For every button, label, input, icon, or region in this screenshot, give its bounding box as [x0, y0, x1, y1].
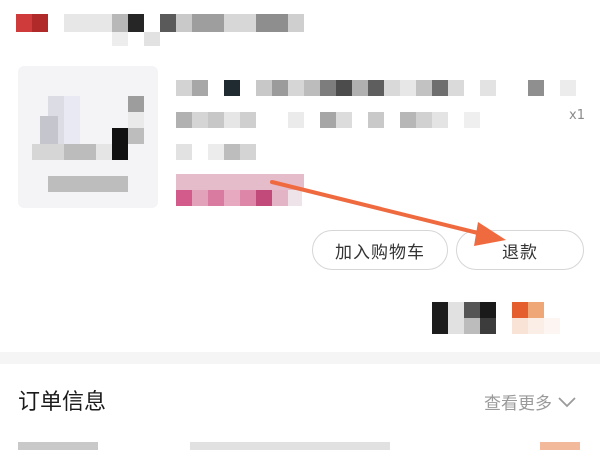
refund-button[interactable]: 退款 [456, 230, 584, 270]
view-more-link[interactable]: 查看更多 [484, 389, 576, 414]
view-more-label: 查看更多 [484, 394, 552, 414]
add-to-cart-button[interactable]: 加入购物车 [312, 230, 448, 270]
order-info-title: 订单信息 [18, 390, 107, 415]
section-divider [0, 352, 600, 364]
product-thumbnail[interactable] [18, 66, 158, 208]
chevron-down-icon [558, 396, 576, 407]
order-detail-page: x1 加入购物车 退款 订单信息 查看更多 [0, 0, 600, 450]
store-logo-accent [32, 14, 48, 32]
product-quantity: x1 [569, 108, 585, 123]
store-name-blurred [64, 14, 112, 32]
